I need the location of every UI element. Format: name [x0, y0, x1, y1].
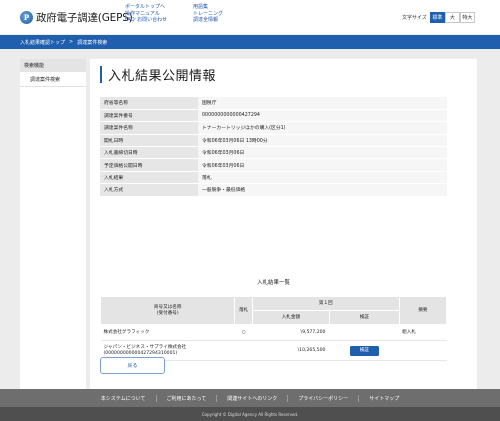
font-size-label: 文字サイズ	[402, 15, 427, 21]
sidebar-heading: 検索機能	[20, 59, 86, 72]
table-row: 株式会社グラフィック ○ \9,577,200 組入札	[100, 324, 447, 341]
sidebar: 検索機能 調達案件検索	[20, 59, 86, 389]
info-value: 令和06年03月06日	[198, 146, 447, 160]
page-title: 入札結果公開情報	[100, 66, 216, 84]
font-size-xlarge-button[interactable]: 特大	[459, 12, 475, 23]
site-title: 政府電子調達(GEPS)	[36, 12, 133, 24]
column-header-round: 第１回	[251, 296, 400, 311]
font-size-standard-button[interactable]: 標準	[429, 12, 445, 23]
company-cell: 株式会社グラフィック	[100, 324, 235, 341]
breadcrumb: 入札結果確認トップ > 調達案件検索	[0, 35, 500, 49]
amount-cell: \10,265,500	[252, 340, 330, 361]
font-size-large-button[interactable]: 大	[444, 12, 460, 23]
faq-link[interactable]: FAQ･お問い合わせ	[125, 17, 167, 24]
footer-link-sitemap[interactable]: サイトマップ	[358, 394, 409, 402]
info-label: 調達案件番号	[100, 109, 198, 123]
breadcrumb-item-results-top[interactable]: 入札結果確認トップ	[20, 39, 65, 46]
breadcrumb-separator: >	[69, 39, 74, 45]
award-cell: ○	[234, 324, 253, 341]
site-logo[interactable]: P 政府電子調達(GEPS)	[20, 10, 133, 25]
check-cell	[329, 324, 400, 341]
info-label: 予定価格公開日時	[100, 158, 198, 172]
info-label: 入札結果	[100, 171, 198, 185]
column-header-amount: 入札金額	[251, 310, 330, 325]
info-label: 開札日時	[100, 134, 198, 148]
amount-cell: \9,577,200	[252, 324, 330, 341]
results-caption: 入札結果一覧	[256, 280, 290, 286]
portal-top-link[interactable]: ポータルトップへ	[125, 4, 167, 11]
info-value: 国税庁	[198, 97, 447, 110]
note-cell	[399, 340, 447, 361]
sidebar-item-case-search[interactable]: 調達案件検索	[20, 72, 86, 87]
breadcrumb-item-search: 調達案件検索	[77, 39, 108, 46]
footer-links: 本システムについて ご利用にあたって 関連サイトへのリンク プライバシーポリシー…	[0, 389, 500, 407]
info-value: トナーカートリッジほかの購入(区分1)	[198, 121, 447, 135]
footer-link-privacy[interactable]: プライバシーポリシー	[287, 394, 358, 402]
header-nav-primary: ポータルトップへ 操作マニュアル FAQ･お問い合わせ	[125, 4, 167, 24]
award-cell	[234, 340, 253, 361]
info-label: 入札方式	[100, 183, 198, 197]
info-value: 0000000000000427294	[198, 109, 447, 123]
footer-link-related-sites[interactable]: 関連サイトへのリンク	[216, 394, 287, 402]
check-button[interactable]: 検証	[349, 345, 379, 356]
column-header-check: 検証	[328, 310, 400, 325]
table-row: 入札方式 一般競争・最低価格	[100, 183, 447, 197]
info-label: 調達案件名称	[100, 121, 198, 135]
table-row: 調達案件番号 0000000000000427294	[100, 109, 447, 123]
table-row: 調達案件名称 トナーカートリッジほかの購入(区分1)	[100, 121, 447, 135]
table-row: 入札書締切日時 令和06年03月06日	[100, 146, 447, 160]
info-label: 入札書締切日時	[100, 146, 198, 160]
main-panel: 入札結果公開情報 府省等名称 国税庁 調達案件番号 0000000000000427…	[90, 59, 477, 389]
column-header-award: 落札	[234, 296, 253, 325]
info-value: 一般競争・最低価格	[198, 183, 447, 197]
info-label: 府省等名称	[100, 97, 198, 110]
column-header-company: 商号又は名称 (受付番号)	[99, 296, 236, 325]
header-nav-secondary: 用語集 トレーニング 調達全情報	[193, 4, 223, 24]
info-value: 令和06年03月06日	[198, 158, 447, 172]
note-cell: 組入札	[399, 324, 447, 341]
table-row: 予定価格公開日時 令和06年03月06日	[100, 158, 447, 172]
font-size-switcher: 文字サイズ 標準 大 特大	[402, 12, 475, 23]
footer-link-about[interactable]: 本システムについて	[91, 395, 156, 402]
column-header-note: 摘要	[398, 296, 448, 325]
all-procurement-link[interactable]: 調達全情報	[193, 17, 223, 24]
table-row: 開札日時 令和06年03月06日 13時00分	[100, 134, 447, 148]
check-cell: 検証	[329, 340, 400, 361]
info-value: 落札	[198, 171, 447, 185]
footer-link-usage[interactable]: ご利用にあたって	[155, 394, 217, 402]
bid-results-table: 商号又は名称 (受付番号) 落札 第１回 摘要 入札金額 検証 株式会社グラフィ…	[99, 296, 448, 361]
copyright: Copyright © Digital Agency All Rights Re…	[0, 407, 500, 421]
back-button[interactable]: 戻る	[100, 357, 165, 374]
site-header: P 政府電子調達(GEPS) ポータルトップへ 操作マニュアル FAQ･お問い合…	[0, 0, 500, 34]
table-row: 府省等名称 国税庁	[100, 97, 447, 110]
table-row: 入札結果 落札	[100, 171, 447, 185]
case-info-table: 府省等名称 国税庁 調達案件番号 0000000000000427294 調達案件名…	[100, 97, 447, 197]
info-value: 令和06年03月06日 13時00分	[198, 134, 447, 148]
geps-logo-icon: P	[20, 11, 33, 24]
